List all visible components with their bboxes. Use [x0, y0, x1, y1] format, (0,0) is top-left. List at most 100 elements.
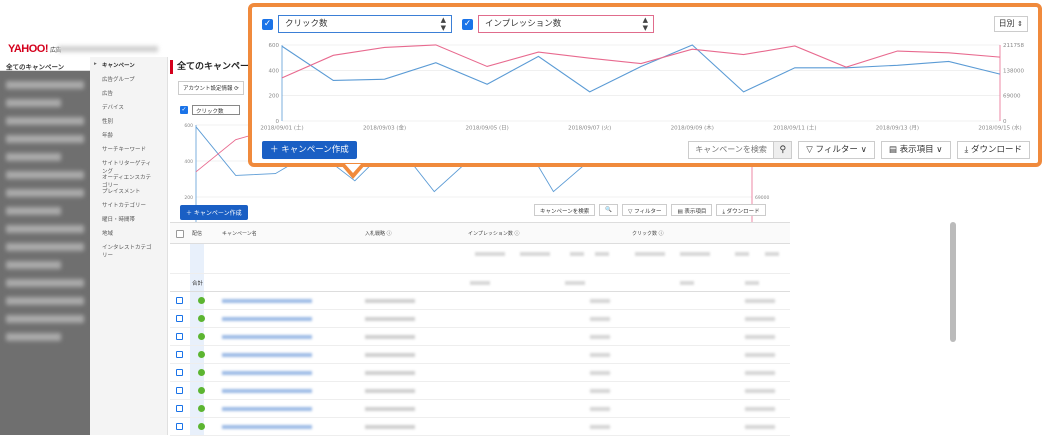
- account-item[interactable]: [6, 279, 84, 287]
- campaign-name-link[interactable]: [222, 317, 312, 321]
- period-select[interactable]: 日別 ⇕: [993, 16, 1028, 32]
- bg-search-button[interactable]: 🔍: [599, 204, 619, 216]
- account-item[interactable]: [6, 117, 84, 125]
- bg-search-input[interactable]: キャンペーンを検索: [534, 204, 596, 216]
- table-row[interactable]: [170, 292, 790, 310]
- table-row[interactable]: [170, 328, 790, 346]
- account-item[interactable]: [6, 315, 84, 323]
- account-item[interactable]: [6, 225, 84, 233]
- metric1-checkbox[interactable]: ✓: [262, 18, 273, 30]
- nav-item-adgroup[interactable]: 広告グループ: [90, 71, 167, 85]
- col-campaign-name[interactable]: キャンペーン名: [222, 230, 257, 237]
- row-checkbox[interactable]: [176, 297, 183, 304]
- metric2-select[interactable]: インプレッション数 ▲ ▼: [478, 15, 654, 33]
- row-checkbox[interactable]: [176, 315, 183, 322]
- x-tick-label: 2018/09/13 (月): [876, 125, 919, 132]
- y-left-tick-label: 200: [184, 195, 193, 201]
- row-checkbox[interactable]: [176, 405, 183, 412]
- table-row[interactable]: [170, 346, 790, 364]
- y-left-tick-label: 200: [269, 94, 280, 100]
- row-checkbox[interactable]: [176, 369, 183, 376]
- table-row[interactable]: [170, 364, 790, 382]
- table-scrollbar[interactable]: [950, 222, 956, 342]
- impressions-value: [590, 407, 610, 411]
- search-button[interactable]: ⚲: [773, 142, 792, 158]
- filter-icon: ▽: [806, 145, 816, 155]
- account-item[interactable]: [6, 207, 61, 215]
- campaign-name-link[interactable]: [222, 407, 312, 411]
- yahoo-ads-logo[interactable]: YAHOO! 広告: [8, 43, 62, 55]
- campaign-name-link[interactable]: [222, 335, 312, 339]
- nav-item-interest-category[interactable]: インタレストカテゴリー: [90, 239, 167, 259]
- create-campaign-button[interactable]: ＋ キャンペーン作成: [262, 141, 357, 159]
- col-status[interactable]: 配信: [192, 230, 202, 237]
- y-right-tick-label: 138000: [1003, 68, 1024, 74]
- checkbox-icon[interactable]: ✓: [180, 106, 188, 114]
- y-right-tick-label: 69000: [1003, 94, 1021, 100]
- account-item[interactable]: [6, 153, 61, 161]
- col-clicks[interactable]: クリック数 ⓘ: [632, 230, 664, 237]
- nav-item-site-category[interactable]: サイトカテゴリー: [90, 197, 167, 211]
- nav-item-age[interactable]: 年齢: [90, 127, 167, 141]
- col-impressions[interactable]: インプレッション数 ⓘ: [468, 230, 519, 237]
- nav-item-site-retargeting[interactable]: サイトリターゲティング: [90, 155, 167, 175]
- bg-toolbar: キャンペーンを検索 🔍 ▽ フィルター ▤ 表示項目 ⤓ ダウンロード: [534, 204, 766, 216]
- x-tick-label: 2018/09/03 (金): [363, 124, 406, 132]
- select-all-checkbox[interactable]: [176, 230, 184, 238]
- campaign-name-link[interactable]: [222, 371, 312, 375]
- account-item[interactable]: [6, 135, 84, 143]
- account-item[interactable]: [6, 171, 84, 179]
- account-item[interactable]: [6, 243, 84, 251]
- bg-metric-select[interactable]: クリック数: [192, 105, 240, 115]
- x-tick-label: 2018/09/05 (日): [466, 125, 509, 132]
- metric2-checkbox[interactable]: ✓: [462, 18, 473, 30]
- nav-item-day-time[interactable]: 曜日・時間帯: [90, 211, 167, 225]
- bid-strategy-value: [365, 389, 415, 393]
- download-button[interactable]: ⤓ ダウンロード: [956, 141, 1030, 159]
- columns-button[interactable]: ▤ 表示項目 ∨: [880, 141, 951, 159]
- campaign-name-link[interactable]: [222, 425, 312, 429]
- bg-create-campaign-button[interactable]: ＋ キャンペーン作成: [180, 205, 248, 220]
- campaign-name-link[interactable]: [222, 353, 312, 357]
- account-item[interactable]: [6, 261, 61, 269]
- account-info-button[interactable]: アカウント設定情報 ⟳: [178, 81, 244, 95]
- campaign-name-link[interactable]: [222, 389, 312, 393]
- search-icon: 🔍: [605, 207, 613, 213]
- table-row[interactable]: [170, 310, 790, 328]
- y-left-tick-label: 600: [184, 123, 193, 129]
- account-item[interactable]: [6, 189, 84, 197]
- nav-item-device[interactable]: デバイス: [90, 99, 167, 113]
- row-checkbox[interactable]: [176, 387, 183, 394]
- table-row[interactable]: [170, 400, 790, 418]
- nav-item-gender[interactable]: 性別: [90, 113, 167, 127]
- bg-columns-button[interactable]: ▤ 表示項目: [671, 204, 713, 216]
- series-line-clicks: [281, 44, 1001, 93]
- filter-button[interactable]: ▽ フィルター ∨: [798, 141, 875, 159]
- col-bid-strategy[interactable]: 入札戦略 ⓘ: [365, 230, 392, 237]
- nav-item-campaign[interactable]: キャンペーン: [90, 57, 167, 71]
- y-right-tick-label: 0: [1003, 119, 1007, 125]
- bg-filter-button[interactable]: ▽ フィルター: [622, 204, 668, 216]
- all-campaigns-link[interactable]: 全てのキャンペーン: [0, 57, 90, 71]
- table-row[interactable]: [170, 418, 790, 436]
- account-item[interactable]: [6, 99, 61, 107]
- nav-item-ad[interactable]: 広告: [90, 85, 167, 99]
- x-tick-label: 2018/09/09 (木): [671, 124, 714, 132]
- nav-item-search-keyword[interactable]: サーチキーワード: [90, 141, 167, 155]
- account-item[interactable]: [6, 333, 61, 341]
- table-body: [170, 292, 790, 436]
- row-checkbox[interactable]: [176, 333, 183, 340]
- search-icon: ⚲: [779, 145, 787, 155]
- metric1-select[interactable]: クリック数 ▲ ▼: [278, 15, 452, 33]
- campaign-search-input[interactable]: [689, 142, 774, 158]
- impressions-value: [590, 317, 610, 321]
- account-item[interactable]: [6, 297, 84, 305]
- table-row[interactable]: [170, 382, 790, 400]
- nav-item-region[interactable]: 地域: [90, 225, 167, 239]
- bg-download-button[interactable]: ⤓ ダウンロード: [716, 204, 766, 216]
- row-checkbox[interactable]: [176, 423, 183, 430]
- total-label: 合計: [192, 281, 204, 287]
- account-item[interactable]: [6, 81, 84, 89]
- row-checkbox[interactable]: [176, 351, 183, 358]
- campaign-name-link[interactable]: [222, 299, 312, 303]
